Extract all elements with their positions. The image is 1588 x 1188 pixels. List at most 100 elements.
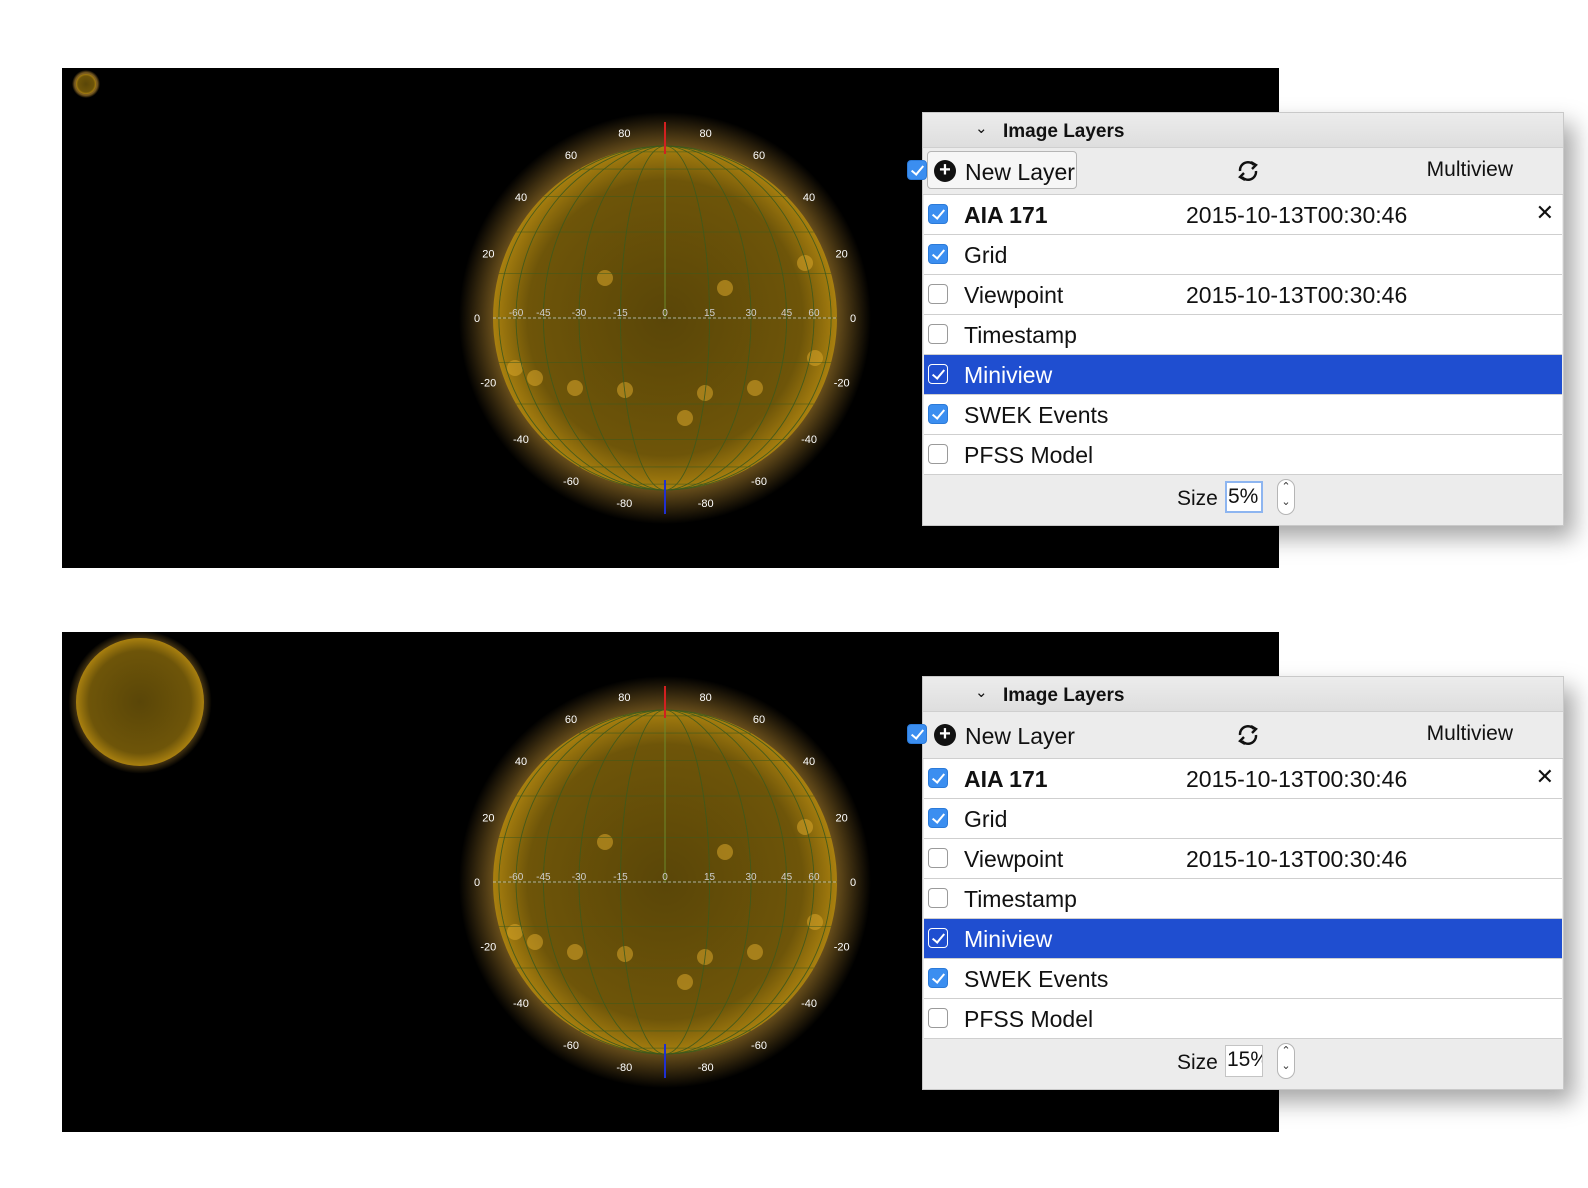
size-input[interactable]: 5% [1225,481,1263,513]
multiview-checkbox[interactable] [907,160,927,180]
layer-visibility-checkbox[interactable] [928,1008,948,1028]
active-region [807,914,823,930]
layer-list: AIA 171 2015-10-13T00:30:46 ✕ Grid Viewpoint… [923,195,1563,475]
new-layer-label: New Layer [965,159,1075,185]
latitude-label: -80 [616,1062,632,1074]
new-layer-button[interactable]: + New Layer [927,715,1077,753]
latitude-label: 0 [474,313,480,325]
layer-visibility-checkbox[interactable] [928,244,948,264]
latitude-label: 0 [850,877,856,889]
active-region [677,410,693,426]
latitude-label: 20 [836,249,848,261]
plus-circle-icon: + [934,160,956,182]
latitude-label: 60 [565,150,577,162]
sync-icon[interactable] [1235,722,1261,748]
active-region [747,380,763,396]
layer-row[interactable]: Timestamp [924,315,1562,355]
layer-visibility-checkbox[interactable] [928,204,948,224]
longitude-label: 60 [808,308,820,319]
layer-row[interactable]: SWEK Events [924,959,1562,999]
latitude-label: -20 [480,377,496,389]
active-region [677,974,693,990]
latitude-label: -60 [563,476,579,488]
chevron-down-icon[interactable]: ⌄ [975,683,988,701]
layer-visibility-checkbox[interactable] [928,888,948,908]
layers-toolbar: + New Layer Multiview [907,148,1563,195]
panel-title: Image Layers [1003,685,1125,706]
size-stepper[interactable]: ⌃ ⌄ [1277,479,1295,515]
panel-header[interactable]: ⌄ Image Layers [923,677,1563,712]
layer-visibility-checkbox[interactable] [928,404,948,424]
layer-row[interactable]: Timestamp [924,879,1562,919]
sync-icon[interactable] [1235,158,1261,184]
chevron-down-icon[interactable]: ⌄ [975,119,988,137]
latitude-label: 60 [753,150,765,162]
layer-visibility-checkbox[interactable] [928,768,948,788]
latitude-label: -20 [834,941,850,953]
latitude-label: -20 [480,941,496,953]
longitude-label: -30 [572,308,587,319]
active-region [797,819,813,835]
latitude-label: -40 [801,434,817,446]
layer-visibility-checkbox[interactable] [928,928,948,948]
layer-visibility-checkbox[interactable] [928,444,948,464]
layer-row[interactable]: AIA 171 2015-10-13T00:30:46 ✕ [924,195,1562,235]
active-region [807,350,823,366]
close-icon[interactable]: ✕ [1536,764,1554,790]
layer-row[interactable]: Grid [924,235,1562,275]
latitude-label: -20 [834,377,850,389]
active-region [597,270,613,286]
panel-header[interactable]: ⌄ Image Layers [923,113,1563,148]
longitude-label: 0 [662,872,668,883]
plus-circle-icon: + [934,724,956,746]
layer-row[interactable]: Viewpoint 2015-10-13T00:30:46 [924,275,1562,315]
layer-visibility-checkbox[interactable] [928,808,948,828]
latitude-label: 20 [482,813,494,825]
longitude-label: -60 [509,872,524,883]
screenshot-top: 80 80 60 60 40 40 20 20 0 0 -20 -20 -40 -40 -60 -60 -80 -… [0,0,1588,594]
active-region [797,255,813,271]
longitude-label: 60 [808,872,820,883]
layer-visibility-checkbox[interactable] [928,324,948,344]
layer-row[interactable]: AIA 171 2015-10-13T00:30:46 ✕ [924,759,1562,799]
layer-row[interactable]: Miniview [924,919,1562,959]
layer-timestamp: 2015-10-13T00:30:46 [1186,282,1408,308]
longitude-label: 0 [662,308,668,319]
layer-visibility-checkbox[interactable] [928,284,948,304]
layer-row[interactable]: Miniview [924,355,1562,395]
multiview-checkbox[interactable] [907,724,927,744]
longitude-label: -45 [536,872,551,883]
latitude-label: -60 [563,1040,579,1052]
size-input[interactable]: 15% [1225,1045,1263,1077]
active-region [717,280,733,296]
layer-name: Timestamp [964,886,1077,912]
new-layer-button[interactable]: + New Layer [927,151,1077,189]
chevron-down-icon[interactable]: ⌄ [1281,496,1290,508]
layer-row[interactable]: Grid [924,799,1562,839]
layer-row[interactable]: PFSS Model [924,435,1562,475]
latitude-label: -80 [616,498,632,510]
close-icon[interactable]: ✕ [1536,200,1554,226]
latitude-label: 40 [803,192,815,204]
layer-visibility-checkbox[interactable] [928,848,948,868]
layer-row[interactable]: SWEK Events [924,395,1562,435]
chevron-up-icon[interactable]: ⌃ [1281,1045,1290,1057]
layer-row[interactable]: PFSS Model [924,999,1562,1039]
longitude-label: 30 [745,308,757,319]
latitude-label: -60 [751,1040,767,1052]
latitude-label: -80 [698,498,714,510]
layer-name: Grid [964,242,1008,268]
layer-timestamp: 2015-10-13T00:30:46 [1186,202,1408,228]
chevron-down-icon[interactable]: ⌄ [1281,1060,1290,1072]
layer-name: AIA 171 [964,202,1048,228]
layer-visibility-checkbox[interactable] [928,364,948,384]
layer-name: Miniview [964,926,1053,952]
active-region [527,934,543,950]
longitude-label: 45 [781,308,793,319]
longitude-label: -15 [613,872,628,883]
chevron-up-icon[interactable]: ⌃ [1281,481,1290,493]
latitude-label: 40 [515,756,527,768]
layer-row[interactable]: Viewpoint 2015-10-13T00:30:46 [924,839,1562,879]
size-stepper[interactable]: ⌃ ⌄ [1277,1043,1295,1079]
layer-visibility-checkbox[interactable] [928,968,948,988]
